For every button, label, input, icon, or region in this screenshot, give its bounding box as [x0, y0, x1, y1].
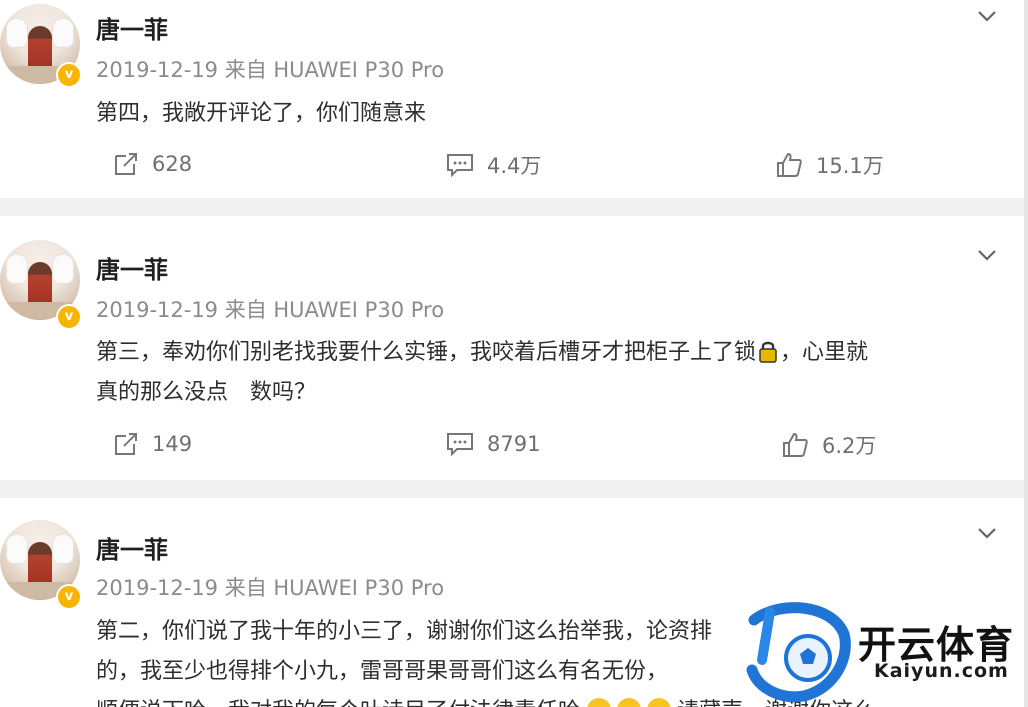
comment-icon: [447, 433, 473, 457]
chevron-down-icon[interactable]: [976, 244, 998, 266]
soccer-logo-icon: [746, 602, 851, 703]
like-count: 6.2万: [822, 434, 877, 458]
post-text-line3: 顺便说下哈，我对我的每个叶诗目了付法律责任哈: [96, 699, 580, 707]
post-text: 第二，你们说了我十年的小三了，谢谢你们这么抬举我，论资排: [96, 619, 713, 644]
post-divider: [0, 198, 1028, 216]
repost-count: 149: [152, 432, 193, 456]
chevron-down-icon[interactable]: [976, 522, 998, 544]
emoji-icon: [617, 698, 642, 707]
verified-badge-icon: v: [56, 62, 82, 88]
like-count: 15.1万: [816, 154, 884, 178]
post-card[interactable]: v 唐一菲 2019-12-19 来自 HUAWEI P30 Pro 第四，我敞…: [0, 0, 1028, 198]
post-meta: 2019-12-19 来自 HUAWEI P30 Pro: [96, 298, 445, 322]
post-text: 第四，我敞开评论了，你们随意来: [96, 101, 427, 126]
post-text-cont: ，心里就: [780, 340, 869, 365]
author-name[interactable]: 唐一菲: [96, 250, 168, 285]
post-meta: 2019-12-19 来自 HUAWEI P30 Pro: [96, 576, 445, 600]
post-meta: 2019-12-19 来自 HUAWEI P30 Pro: [96, 58, 445, 82]
watermark-logo: 开云体育 Kaiyun.com: [740, 600, 1028, 707]
verified-badge-icon: v: [56, 304, 82, 330]
author-name[interactable]: 唐一菲: [96, 10, 168, 45]
scrollbar[interactable]: [1024, 0, 1028, 707]
comment-count: 8791: [487, 432, 541, 456]
emoji-icon: [587, 698, 612, 707]
post-divider: [0, 480, 1028, 498]
post-text-line2: 真的那么没点 数吗？: [96, 380, 317, 405]
like-button[interactable]: 15.1万: [774, 150, 884, 180]
repost-button[interactable]: 149: [112, 430, 192, 458]
post-card[interactable]: v 唐一菲 2019-12-19 来自 HUAWEI P30 Pro 第三，奉劝…: [0, 216, 1028, 480]
like-icon: [777, 152, 802, 177]
like-icon: [783, 432, 808, 457]
comment-button[interactable]: 8791: [445, 430, 540, 458]
comment-button[interactable]: 4.4万: [445, 150, 541, 180]
comment-count: 4.4万: [487, 154, 542, 178]
verified-badge-icon: v: [56, 584, 82, 610]
repost-icon: [115, 433, 137, 455]
repost-icon: [115, 153, 137, 175]
weibo-feed: v 唐一菲 2019-12-19 来自 HUAWEI P30 Pro 第四，我敞…: [0, 0, 1028, 707]
comment-icon: [447, 154, 473, 178]
post-content: 第四，我敞开评论了，你们随意来: [96, 94, 996, 134]
chevron-down-icon[interactable]: [976, 5, 998, 27]
post-text-line2: 的，我至少也得排个小九，雷哥哥果哥哥们这么有名无份，: [96, 659, 669, 684]
post-content: 第三，奉劝你们别老找我要什么实锤，我咬着后槽牙才把柜子上了锁 ，心里就 真的那么没…: [96, 333, 996, 413]
author-name[interactable]: 唐一菲: [96, 530, 168, 565]
repost-button[interactable]: 628: [112, 150, 192, 178]
repost-count: 628: [152, 152, 193, 176]
emoji-icon: [647, 698, 672, 707]
post-text: 第三，奉劝你们别老找我要什么实锤，我咬着后槽牙才把柜子上了锁: [96, 340, 757, 365]
watermark-subtitle: Kaiyun.com: [874, 660, 1009, 682]
lock-icon: [759, 341, 777, 363]
like-button[interactable]: 6.2万: [780, 430, 876, 460]
